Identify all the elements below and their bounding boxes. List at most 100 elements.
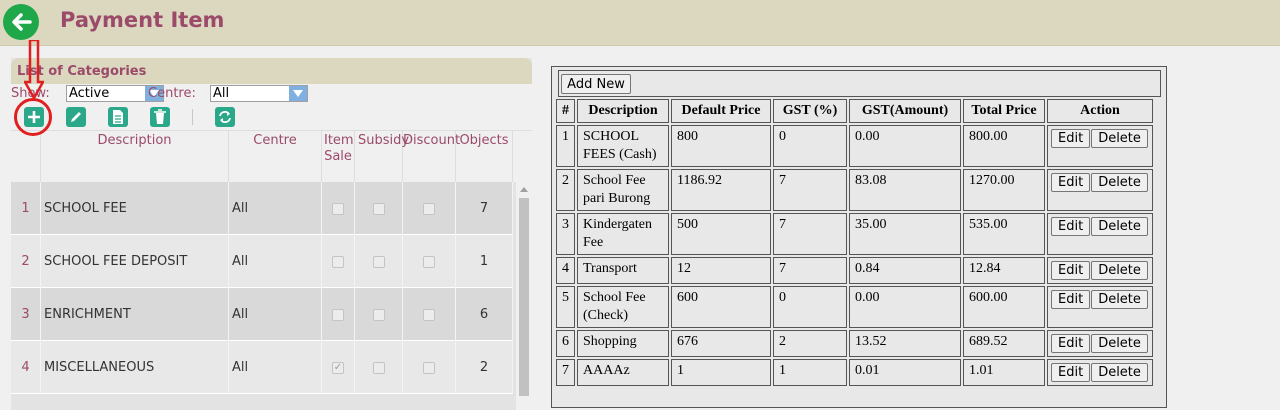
annotation-circle	[14, 98, 52, 136]
edit-button[interactable]: Edit	[1051, 217, 1091, 236]
cell	[403, 288, 456, 341]
row-default-price: 1186.92	[671, 169, 771, 211]
row-gst-percent: 1	[773, 359, 847, 386]
discount-checkbox[interactable]	[423, 255, 435, 268]
discount-checkbox[interactable]	[423, 202, 435, 215]
row-number: 3	[556, 213, 575, 255]
table-row[interactable]: 4 MISCELLANEOUS All ✓ 2	[11, 341, 513, 394]
row-centre: All	[229, 288, 322, 341]
item-sale-checkbox[interactable]	[332, 202, 344, 215]
row-objects: 1	[456, 235, 513, 288]
filter-row: Show: Active Centre: All	[11, 84, 532, 104]
delete-button[interactable]: Delete	[1091, 334, 1148, 353]
row-number: 1	[556, 125, 575, 167]
edit-button[interactable]: Edit	[1051, 173, 1091, 192]
row-number: 3	[11, 288, 41, 341]
toolbar-divider	[192, 109, 193, 125]
row-description: ENRICHMENT	[41, 288, 229, 341]
row-actions: Edit Delete	[1047, 169, 1153, 211]
row-gst-percent: 0	[773, 125, 847, 167]
add-new-row: Add New	[558, 70, 1161, 97]
row-default-price: 676	[671, 330, 771, 357]
scrollbar[interactable]	[516, 182, 532, 410]
delete-button[interactable]: Delete	[1091, 173, 1148, 192]
add-new-button[interactable]: Add New	[561, 74, 631, 94]
row-number: 2	[556, 169, 575, 211]
page-title: Payment Item	[60, 8, 225, 32]
back-button[interactable]	[3, 4, 39, 40]
scroll-thumb[interactable]	[519, 198, 529, 396]
row-default-price: 600	[671, 286, 771, 328]
row-description: School Fee pari Burong	[577, 169, 669, 211]
subsidy-checkbox[interactable]	[372, 255, 385, 268]
chevron-down-icon	[289, 86, 307, 101]
discount-checkbox[interactable]	[423, 361, 435, 374]
refresh-icon[interactable]	[215, 107, 235, 127]
row-actions: Edit Delete	[1047, 330, 1153, 357]
item-sale-checkbox[interactable]	[332, 308, 344, 321]
col-header: GST(Amount)	[849, 99, 961, 123]
edit-button[interactable]: Edit	[1051, 129, 1091, 148]
item-sale-checkbox[interactable]: ✓	[332, 361, 344, 374]
row-objects: 2	[456, 341, 513, 394]
centre-label: Centre:	[148, 86, 196, 101]
edit-button[interactable]: Edit	[1051, 363, 1091, 382]
row-number: 4	[11, 341, 41, 394]
subsidy-checkbox[interactable]	[372, 202, 385, 215]
delete-button[interactable]: Delete	[1091, 363, 1148, 382]
col-description[interactable]: Description	[41, 131, 229, 183]
edit-button[interactable]: Edit	[1051, 290, 1091, 309]
row-description: SCHOOL FEES (Cash)	[577, 125, 669, 167]
subsidy-checkbox[interactable]	[372, 308, 385, 321]
row-number: 5	[556, 286, 575, 328]
discount-checkbox[interactable]	[423, 308, 435, 321]
cell	[355, 235, 403, 288]
cell	[322, 182, 355, 235]
edit-button[interactable]: Edit	[1051, 261, 1091, 280]
col-discount[interactable]: Discount	[403, 131, 460, 183]
col-objects[interactable]: Objects	[456, 131, 513, 183]
centre-select[interactable]: All	[210, 85, 308, 102]
row-description: SCHOOL FEE DEPOSIT	[41, 235, 229, 288]
row-description: SCHOOL FEE	[41, 182, 229, 235]
subsidy-checkbox[interactable]	[372, 361, 385, 374]
trash-icon[interactable]	[150, 107, 170, 127]
edit-icon[interactable]	[66, 107, 86, 127]
table-body: 1 SCHOOL FEES (Cash) 800 0 0.00 800.00 Edit Del…	[556, 125, 1153, 386]
row-gst-percent: 2	[773, 330, 847, 357]
cell	[355, 288, 403, 341]
col-subsidy[interactable]: Subsidy	[355, 131, 409, 183]
row-actions: Edit Delete	[1047, 125, 1153, 167]
col-item-sale[interactable]: Item Sale	[322, 131, 355, 183]
cell: ✓	[322, 341, 355, 394]
delete-button[interactable]: Delete	[1091, 129, 1148, 148]
row-actions: Edit Delete	[1047, 359, 1153, 386]
row-description: MISCELLANEOUS	[41, 341, 229, 394]
table-header-row: # Description Default Price GST (%) GST(…	[556, 99, 1153, 123]
edit-button[interactable]: Edit	[1051, 334, 1091, 353]
delete-button[interactable]: Delete	[1091, 261, 1148, 280]
col-centre[interactable]: Centre	[229, 131, 322, 183]
categories-panel: List of Categories Show: Active Centre: …	[11, 58, 532, 410]
delete-button[interactable]: Delete	[1091, 217, 1148, 236]
row-default-price: 500	[671, 213, 771, 255]
cell	[322, 235, 355, 288]
item-sale-checkbox[interactable]	[332, 255, 344, 268]
row-description: School Fee (Check)	[577, 286, 669, 328]
delete-button[interactable]: Delete	[1091, 290, 1148, 309]
col-header: GST (%)	[773, 99, 847, 123]
row-gst-amount: 0.84	[849, 257, 961, 284]
table-row[interactable]: 3 ENRICHMENT All 6	[11, 288, 513, 341]
row-centre: All	[229, 341, 322, 394]
centre-select-value: All	[213, 86, 230, 101]
scroll-up-icon[interactable]	[516, 182, 532, 196]
table-row: 6 Shopping 676 2 13.52 689.52 Edit Delete	[556, 330, 1153, 357]
row-description: AAAAz	[577, 359, 669, 386]
document-icon[interactable]	[108, 107, 128, 127]
row-objects: 7	[456, 182, 513, 235]
col-header: Action	[1047, 99, 1153, 123]
table-row[interactable]: 1 SCHOOL FEE All 7	[11, 182, 513, 235]
table-row[interactable]: 2 SCHOOL FEE DEPOSIT All 1	[11, 235, 513, 288]
row-gst-percent: 7	[773, 169, 847, 211]
payment-items-table: # Description Default Price GST (%) GST(…	[554, 97, 1155, 388]
